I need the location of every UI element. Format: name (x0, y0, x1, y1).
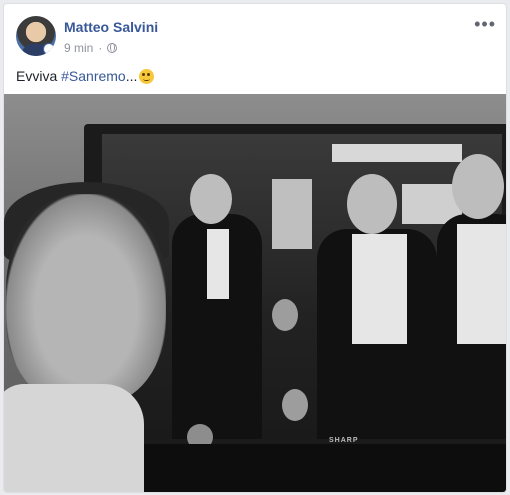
singer-head (347, 174, 397, 234)
post-text: Evviva #Sanremo... (16, 68, 155, 84)
stage-light (332, 144, 462, 162)
hashtag-link[interactable]: #Sanremo (61, 68, 126, 84)
audience-head (282, 389, 308, 421)
post-timestamp[interactable]: 9 min (64, 41, 93, 55)
tv-bezel-bottom (124, 444, 506, 492)
stage-light (272, 179, 312, 249)
tv-brand-label: SHARP (329, 437, 359, 444)
post-card: Matteo Salvini 9 min · ••• Evviva #Sanre… (3, 3, 507, 493)
singer-head (452, 154, 504, 219)
author-avatar[interactable] (16, 16, 56, 56)
singer-shirt (352, 234, 407, 344)
verified-badge-icon (43, 43, 55, 55)
presenter-shirt (207, 229, 229, 299)
more-options-icon[interactable]: ••• (474, 15, 496, 33)
winking-face-emoji-icon (139, 69, 155, 84)
post-text-after: ... (125, 68, 138, 84)
post-text-before: Evviva (16, 68, 62, 84)
author-name[interactable]: Matteo Salvini (64, 19, 158, 35)
singer-shirt (457, 224, 506, 344)
meta-separator: · (98, 41, 103, 55)
presenter-head (190, 174, 232, 224)
post-photo[interactable]: SHARP (4, 94, 506, 492)
post-meta: 9 min · (64, 41, 118, 55)
selfie-face (6, 194, 166, 404)
globe-icon[interactable] (107, 43, 118, 53)
audience-head (272, 299, 298, 331)
selfie-shirt (4, 384, 144, 492)
